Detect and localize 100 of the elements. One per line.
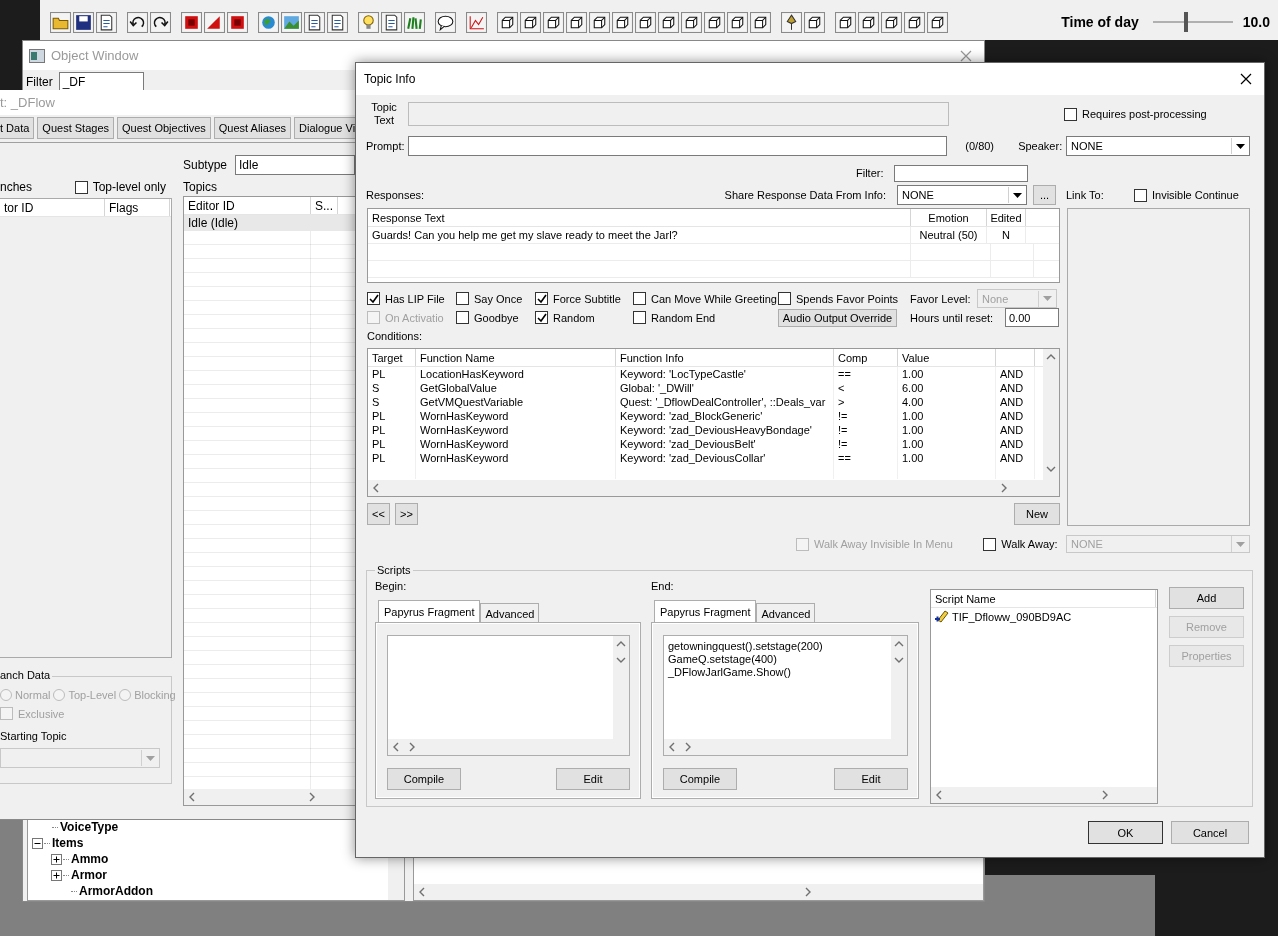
table-cell: !=: [834, 437, 898, 451]
column-header[interactable]: Emotion: [911, 209, 987, 226]
table-cell: Keyword: 'zad_BlockGeneric': [616, 409, 834, 423]
code-editor[interactable]: getowningquest().setstage(200) GameQ.setstage(400) _DFlowJarlGame.Show(): [663, 635, 908, 756]
browse-button[interactable]: ...: [1033, 185, 1056, 205]
code-line: GameQ.setstage(400): [668, 653, 778, 666]
table-cell: Keyword: 'zad_DeviousCollar': [616, 451, 834, 465]
table-cell: >: [834, 395, 898, 409]
tab[interactable]: Advanced: [756, 603, 816, 622]
ok-button[interactable]: OK: [1088, 821, 1163, 844]
code-line: _DFlowJarlGame.Show(): [668, 666, 792, 679]
fragment-label: Begin:: [375, 580, 408, 594]
column-header[interactable]: Function Info: [616, 349, 834, 366]
script-button[interactable]: Add: [1169, 587, 1244, 609]
checkbox[interactable]: Requires post-processing: [1064, 107, 1207, 121]
table-cell: AND: [996, 381, 1035, 395]
table-cell: N: [987, 227, 1026, 243]
character-count: (0/80): [965, 140, 996, 152]
audio-output-override-button[interactable]: Audio Output Override: [778, 308, 897, 327]
column-header[interactable]: Target: [368, 349, 416, 366]
checkbox[interactable]: Walk Away:: [983, 537, 1066, 551]
filter-field[interactable]: _DF: [58, 71, 144, 92]
table-cell: GetVMQuestVariable: [416, 395, 616, 409]
filter-label: Filter: [26, 74, 53, 89]
tree-item[interactable]: Items: [52, 836, 84, 850]
table-cell: 1.00: [898, 437, 996, 451]
table-cell: ==: [834, 367, 898, 381]
subtype-field[interactable]: Idle: [235, 155, 355, 175]
table-cell: PL: [368, 367, 416, 381]
cancel-button[interactable]: Cancel: [1171, 821, 1249, 844]
tree-item[interactable]: VoiceType: [60, 820, 119, 834]
next-button[interactable]: >>: [395, 503, 418, 525]
tab[interactable]: Advanced: [480, 603, 540, 622]
column-header[interactable]: S...: [311, 197, 338, 214]
checkbox[interactable]: Random: [535, 311, 633, 324]
table-cell: WornHasKeyword: [416, 437, 616, 451]
tab[interactable]: Quest Objectives: [117, 117, 211, 139]
tab[interactable]: Papyrus Fragment: [378, 600, 481, 622]
tab[interactable]: Dialogue Vi: [294, 117, 355, 139]
edit-button[interactable]: Edit: [834, 768, 908, 790]
checkbox[interactable]: Goodbye: [456, 311, 535, 324]
table-cell: AND: [996, 437, 1035, 451]
hours-field[interactable]: 0.00: [1005, 308, 1059, 327]
column-header[interactable]: tor ID: [0, 199, 105, 216]
table-cell: !=: [834, 409, 898, 423]
prompt-label: Prompt:: [366, 140, 406, 152]
table-cell: ==: [834, 451, 898, 465]
table-cell: Guards! Can you help me get my slave ready to meet the Jarl?: [368, 227, 911, 243]
checkbox[interactable]: Force Subtitle: [535, 292, 633, 305]
tree-item[interactable]: ArmorAddon: [79, 884, 153, 898]
conditions-label: Conditions:: [367, 330, 424, 344]
column-header[interactable]: Edited: [987, 209, 1026, 226]
previous-button[interactable]: <<: [367, 503, 390, 525]
table-cell: !=: [834, 423, 898, 437]
table-cell: 1.00: [898, 409, 996, 423]
column-header[interactable]: Comp: [834, 349, 898, 366]
topics-label: Topics: [183, 180, 218, 194]
table-cell: Idle (Idle): [188, 216, 239, 230]
branches-label: nches: [0, 180, 33, 194]
compile-button[interactable]: Compile: [387, 768, 461, 790]
table-cell: 1.00: [898, 423, 996, 437]
checkbox[interactable]: Can Move While Greeting: [633, 292, 778, 305]
checkbox[interactable]: Random End: [633, 311, 778, 324]
column-header[interactable]: Function Name: [416, 349, 616, 366]
column-header[interactable]: Response Text: [368, 209, 911, 226]
checkbox[interactable]: Spends Favor Points: [778, 292, 910, 305]
tree-item[interactable]: Ammo: [71, 852, 109, 866]
script-name[interactable]: TIF_Dfloww_090BD9AC: [952, 610, 1072, 623]
tab[interactable]: Quest Stages: [37, 117, 114, 139]
share-response-dropdown[interactable]: NONE: [897, 185, 1027, 205]
window-title: Object Window: [51, 48, 139, 63]
table-cell: WornHasKeyword: [416, 451, 616, 465]
compile-button[interactable]: Compile: [663, 768, 737, 790]
tab[interactable]: t Data: [0, 117, 35, 139]
topic-text-label: Topic Text: [370, 101, 398, 127]
table-row[interactable]: Idle (Idle): [184, 215, 355, 231]
column-header[interactable]: Editor ID: [184, 197, 311, 214]
share-response-label: Share Response Data From Info:: [723, 189, 886, 201]
table-cell: Neutral (50): [911, 227, 987, 243]
table-cell: Keyword: 'zad_DeviousHeavyBondage': [616, 423, 834, 437]
table-cell: GetGlobalValue: [416, 381, 616, 395]
tab[interactable]: Quest Aliases: [213, 117, 292, 139]
table-cell: 4.00: [898, 395, 996, 409]
checkbox[interactable]: Top-level only: [74, 180, 166, 194]
tab[interactable]: Papyrus Fragment: [654, 600, 757, 622]
table-cell: PL: [368, 423, 416, 437]
column-header[interactable]: Script Name: [931, 590, 1156, 607]
column-header[interactable]: Flags: [105, 199, 170, 216]
new-button[interactable]: New: [1014, 503, 1060, 525]
table-cell: S: [368, 395, 416, 409]
checkbox[interactable]: Has LIP File: [367, 292, 456, 305]
checkbox[interactable]: Say Once: [456, 292, 535, 305]
window-title: t: _DFlow: [0, 95, 55, 110]
table-cell: <: [834, 381, 898, 395]
column-header[interactable]: Value: [898, 349, 996, 366]
checkbox[interactable]: Invisible Continue: [1134, 188, 1239, 202]
speaker-dropdown[interactable]: NONE: [1066, 136, 1250, 156]
edit-button[interactable]: Edit: [556, 768, 630, 790]
tree-item[interactable]: Armor: [71, 868, 107, 882]
table-cell: AND: [996, 409, 1035, 423]
